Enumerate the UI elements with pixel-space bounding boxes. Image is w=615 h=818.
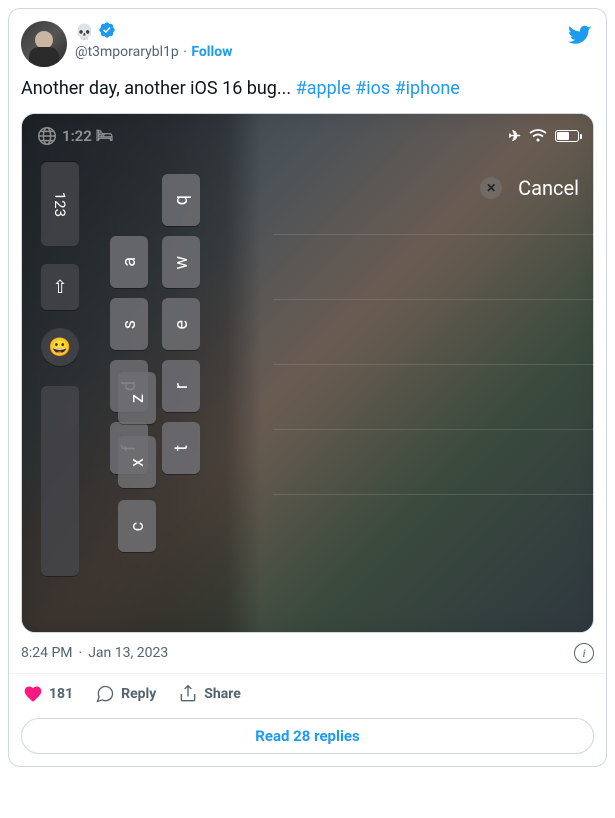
hashtag-apple[interactable]: #apple (296, 78, 351, 99)
tweet-meta-row: 8:24 PM · Jan 13, 2023 i (21, 643, 594, 663)
key-q[interactable]: q (162, 174, 200, 226)
key-123[interactable]: 123 (41, 162, 79, 246)
cancel-button[interactable]: Cancel (518, 176, 579, 200)
read-replies-button[interactable]: Read 28 replies (21, 718, 594, 754)
ios-search-row: ✕ Cancel (480, 166, 579, 210)
tweet-media[interactable]: 1:22 🛏 ✈ ✕ Cancel 123 ⇧ 😀 (21, 113, 594, 633)
skull-icon: 💀 (75, 23, 94, 41)
hashtag-ios[interactable]: #ios (355, 78, 390, 99)
tweet-actions: 181 Reply Share (21, 674, 594, 716)
tweet-time[interactable]: 8:24 PM (21, 645, 73, 661)
reply-label: Reply (121, 686, 156, 702)
dot-separator: · (79, 645, 83, 661)
key-x[interactable]: x (118, 436, 156, 488)
twitter-logo-icon[interactable] (568, 23, 592, 51)
key-s[interactable]: s (110, 298, 148, 350)
airplane-icon: ✈ (508, 127, 521, 145)
handle-row: @t3mporarybl1p · Follow (75, 44, 594, 60)
tweet-date[interactable]: Jan 13, 2023 (88, 645, 168, 661)
share-button[interactable]: Share (178, 684, 241, 704)
user-block: 💀 @t3mporarybl1p · Follow (75, 21, 594, 60)
key-z[interactable]: z (118, 372, 156, 424)
key-a[interactable]: a (110, 236, 148, 288)
key-shift[interactable]: ⇧ (41, 264, 79, 310)
like-button[interactable]: 181 (23, 684, 73, 704)
dot-separator: · (183, 44, 187, 60)
share-label: Share (204, 686, 241, 702)
battery-icon (555, 130, 579, 142)
key-r[interactable]: r (162, 360, 200, 412)
tweet-card: 💀 @t3mporarybl1p · Follow Another day, a… (8, 8, 607, 767)
hashtag-iphone[interactable]: #iphone (395, 78, 460, 99)
spotlight-rows (273, 234, 593, 559)
key-e[interactable]: e (162, 298, 200, 350)
share-icon (178, 684, 198, 704)
tweet-text: Another day, another iOS 16 bug... #appl… (21, 77, 594, 101)
avatar[interactable] (21, 21, 67, 67)
key-c[interactable]: c (118, 500, 156, 552)
key-space[interactable] (41, 386, 79, 576)
display-name[interactable]: 💀 (75, 21, 594, 43)
reply-icon (95, 684, 115, 704)
tweet-text-prefix: Another day, another iOS 16 bug... (21, 78, 296, 99)
ios-overlay: 1:22 🛏 ✈ ✕ Cancel 123 ⇧ 😀 (22, 114, 593, 632)
key-t[interactable]: t (162, 422, 200, 474)
info-icon[interactable]: i (574, 643, 594, 663)
reply-button[interactable]: Reply (95, 684, 156, 704)
tweet-header: 💀 @t3mporarybl1p · Follow (21, 21, 594, 67)
clear-input-icon[interactable]: ✕ (480, 177, 502, 199)
user-handle[interactable]: @t3mporarybl1p (75, 44, 179, 60)
like-count: 181 (49, 686, 73, 702)
wifi-icon (529, 129, 547, 143)
key-col-top: q w e r t (162, 174, 200, 474)
key-emoji[interactable]: 😀 (41, 328, 79, 366)
key-w[interactable]: w (162, 236, 200, 288)
verified-badge-icon (98, 21, 116, 43)
ios-keyboard-rotated: 123 ⇧ 😀 a s d f z x c q (22, 114, 262, 633)
heart-icon (23, 684, 43, 704)
follow-link[interactable]: Follow (191, 44, 232, 60)
